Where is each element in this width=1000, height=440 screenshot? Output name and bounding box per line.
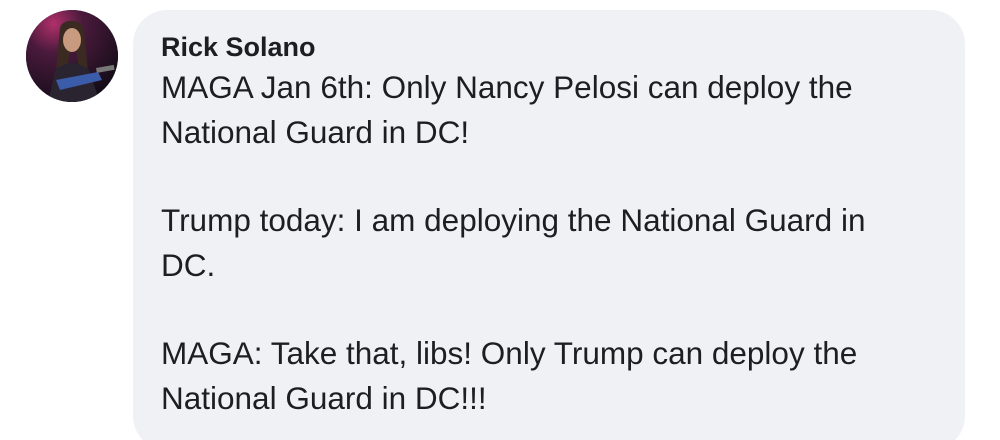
comment-line: MAGA Jan 6th: Only Nancy Pelosi can depl… (161, 69, 853, 105)
comment-bubble: Rick Solano MAGA Jan 6th: Only Nancy Pel… (133, 10, 965, 440)
comment-line: MAGA: Take that, libs! Only Trump can de… (161, 335, 858, 371)
comment-body: MAGA Jan 6th: Only Nancy Pelosi can depl… (161, 65, 937, 421)
comment-author-name[interactable]: Rick Solano (161, 32, 937, 62)
avatar[interactable] (26, 10, 118, 102)
comment-line: National Guard in DC!!! (161, 380, 487, 416)
comment-paragraph: MAGA Jan 6th: Only Nancy Pelosi can depl… (161, 65, 937, 155)
avatar-photo-icon (26, 10, 118, 102)
comment-line: Trump today: I am deploying the National… (161, 202, 866, 238)
comment-line: National Guard in DC! (161, 114, 470, 150)
comment-paragraph: Trump today: I am deploying the National… (161, 198, 937, 288)
comment-line: DC. (161, 247, 216, 283)
comment-row: Rick Solano MAGA Jan 6th: Only Nancy Pel… (0, 0, 1000, 440)
comment-paragraph: MAGA: Take that, libs! Only Trump can de… (161, 331, 937, 421)
